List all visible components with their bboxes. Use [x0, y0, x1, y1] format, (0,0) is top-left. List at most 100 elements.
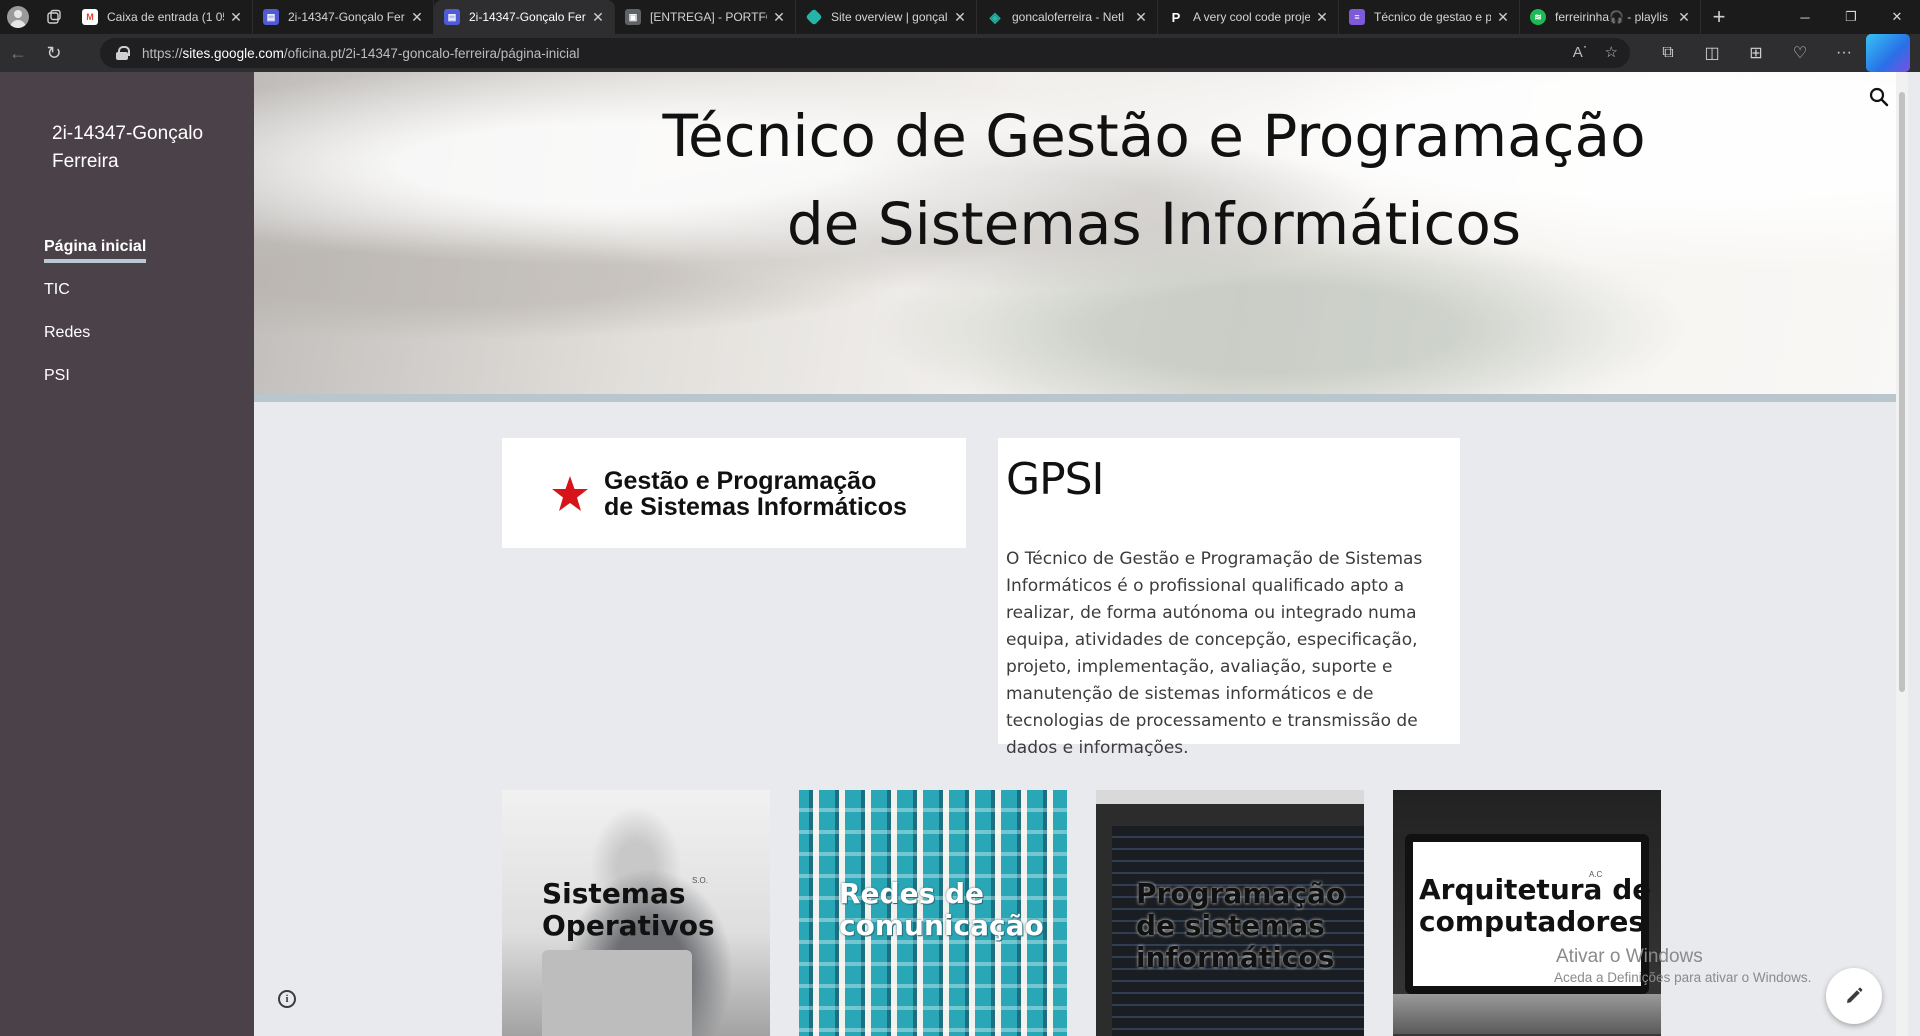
laptop-image: [542, 950, 692, 1036]
card-label: Programação de sistemas informáticos: [1136, 877, 1346, 974]
close-tab-icon[interactable]: ✕: [590, 9, 606, 26]
address-bar[interactable]: https://sites.google.com/oficina.pt/2i-1…: [100, 38, 1630, 68]
project-icon: P: [1171, 9, 1181, 25]
card-programacao-de-sistemas[interactable]: Programação de sistemas informáticos: [1096, 790, 1364, 1036]
hero-banner: Técnico de Gestão e Programação de Siste…: [254, 72, 1908, 402]
netlify-icon: ◈: [989, 8, 1001, 25]
more-dots-icon: ···: [1836, 44, 1852, 61]
section-title: GPSI: [1006, 454, 1105, 505]
new-tab-button[interactable]: +: [1701, 0, 1737, 34]
browser-tab[interactable]: ▤ 2i-14347-Gonçalo Fer ✕: [253, 0, 434, 34]
close-tab-icon[interactable]: ✕: [1133, 9, 1149, 26]
logo-text: Gestão e Programação de Sistemas Informá…: [604, 468, 907, 520]
google-sites-icon: ▤: [444, 9, 460, 25]
profile-button[interactable]: [0, 0, 36, 34]
browser-tab-strip: M Caixa de entrada (1 05 ✕ ▤ 2i-14347-Go…: [0, 0, 1920, 34]
card-redes-de-comunicacao[interactable]: Redes de comunicação: [799, 790, 1067, 1036]
tab-title: A very cool code proje: [1193, 10, 1310, 24]
nav-item-pagina-inicial[interactable]: Página inicial: [44, 236, 147, 279]
url-path: /oficina.pt/2i-14347-goncalo-ferreira/pá…: [283, 45, 580, 61]
url-text[interactable]: https://sites.google.com/oficina.pt/2i-1…: [142, 46, 580, 61]
minimize-button[interactable]: ─: [1782, 0, 1828, 34]
collections-icon: ⊞: [1749, 45, 1763, 62]
subject-cards: S.O. Sistemas Operativos Redes de comuni…: [502, 790, 1661, 1036]
close-tab-icon[interactable]: ✕: [409, 9, 425, 26]
workspaces-button[interactable]: [36, 0, 72, 34]
gpsi-description-card: GPSI O Técnico de Gestão e Programação d…: [998, 438, 1460, 758]
browser-toolbar: ← ↻ https://sites.google.com/oficina.pt/…: [0, 34, 1920, 72]
split-screen-icon: ◫: [1704, 45, 1720, 62]
windows-activation-text: Aceda a Definições para ativar o Windows…: [1554, 970, 1812, 985]
browser-tab[interactable]: ▣ [ENTREGA] - PORTFOL ✕: [615, 0, 796, 34]
nav-item-label: PSI: [44, 367, 70, 384]
browser-tab[interactable]: ◈ goncaloferreira - Netl ✕: [977, 0, 1158, 34]
close-tab-icon[interactable]: ✕: [1676, 9, 1692, 26]
browser-tab-active[interactable]: ▤ 2i-14347-Gonçalo Fer ✕: [434, 0, 615, 34]
close-tab-icon[interactable]: ✕: [1495, 9, 1511, 26]
tab-title: [ENTREGA] - PORTFOL: [650, 10, 767, 24]
tab-title: Técnico de gestao e p: [1374, 10, 1491, 24]
card-label: Sistemas Operativos: [542, 877, 715, 942]
favorite-star-icon[interactable]: ☆: [1605, 43, 1618, 61]
lock-icon[interactable]: [116, 46, 130, 60]
puzzle-icon: ⧉: [1662, 44, 1674, 61]
nav-item-tic[interactable]: TIC: [44, 279, 146, 322]
section-description: O Técnico de Gestão e Programação de Sis…: [1006, 549, 1423, 758]
card-arquitetura-de-computadores[interactable]: A.C Arquitetura de computadores: [1393, 790, 1661, 1036]
read-aloud-icon[interactable]: A͏ᐝ: [1573, 43, 1587, 61]
site-sidebar: 2i-14347-Gonçalo Ferreira Página inicial…: [0, 72, 254, 1036]
browser-tab[interactable]: P A very cool code proje ✕: [1158, 0, 1339, 34]
back-button[interactable]: ←: [0, 34, 36, 72]
tab-title: 2i-14347-Gonçalo Fer: [469, 10, 586, 24]
tab-title: Site overview | gonçal: [831, 10, 948, 24]
card-mark: A.C: [1589, 870, 1603, 879]
window-controls: ─ ❐ ✕: [1782, 0, 1920, 34]
browser-tab[interactable]: ≡ Técnico de gestao e p ✕: [1339, 0, 1520, 34]
close-tab-icon[interactable]: ✕: [952, 9, 968, 26]
workspaces-icon: [47, 9, 61, 24]
refresh-icon: ↻: [46, 42, 62, 63]
nav-item-redes[interactable]: Redes: [44, 322, 146, 365]
card-label: Arquitetura de computadores: [1419, 873, 1652, 938]
nav-item-label: Página inicial: [44, 236, 147, 263]
page-scrollbar[interactable]: [1896, 72, 1908, 1036]
tab-title: 2i-14347-Gonçalo Fer: [288, 10, 405, 24]
collections-button[interactable]: ⊞: [1734, 34, 1778, 72]
tab-title: ferreirinha🎧 - playlis: [1555, 10, 1668, 24]
gpsi-logo-card: Gestão e Programação de Sistemas Informá…: [502, 438, 966, 548]
star-icon: [552, 476, 588, 511]
close-window-button[interactable]: ✕: [1874, 0, 1920, 34]
info-icon[interactable]: i: [278, 990, 296, 1008]
logo-line-2: de Sistemas Informáticos: [604, 493, 907, 521]
nav-item-label: Redes: [44, 324, 91, 341]
split-screen-button[interactable]: ◫: [1690, 34, 1734, 72]
close-tab-icon[interactable]: ✕: [771, 9, 787, 26]
nav-item-psi[interactable]: PSI: [44, 365, 146, 408]
browser-tab[interactable]: ≋ ferreirinha🎧 - playlis ✕: [1520, 0, 1701, 34]
pencil-icon: [1847, 987, 1863, 1003]
settings-more-button[interactable]: ···: [1822, 34, 1866, 72]
web-page: 2i-14347-Gonçalo Ferreira Página inicial…: [0, 72, 1920, 1036]
browser-tab[interactable]: Site overview | gonçal ✕: [796, 0, 977, 34]
plus-icon: +: [1712, 4, 1726, 29]
extensions-button[interactable]: ⧉: [1646, 34, 1690, 72]
edit-button[interactable]: [1826, 968, 1882, 1024]
spotify-icon: ≋: [1530, 9, 1546, 25]
browser-essentials-button[interactable]: ♡: [1778, 34, 1822, 72]
copilot-button[interactable]: [1866, 34, 1910, 72]
close-tab-icon[interactable]: ✕: [1314, 9, 1330, 26]
refresh-button[interactable]: ↻: [36, 34, 72, 72]
url-host: sites.google.com: [182, 45, 284, 61]
restore-icon: ❐: [1845, 9, 1857, 24]
close-tab-icon[interactable]: ✕: [228, 9, 244, 26]
search-icon[interactable]: [1868, 86, 1890, 108]
url-prefix: https://: [142, 45, 183, 61]
browser-tab[interactable]: M Caixa de entrada (1 05 ✕: [72, 0, 253, 34]
site-title[interactable]: 2i-14347-Gonçalo Ferreira: [52, 120, 232, 176]
card-sistemas-operativos[interactable]: S.O. Sistemas Operativos: [502, 790, 770, 1036]
copilot-icon: [1866, 34, 1910, 72]
scrollbar-thumb[interactable]: [1899, 92, 1905, 692]
address-bar-actions: A͏ᐝ ☆: [1573, 43, 1618, 61]
restore-button[interactable]: ❐: [1828, 0, 1874, 34]
card-label: Redes de comunicação: [839, 877, 1044, 942]
